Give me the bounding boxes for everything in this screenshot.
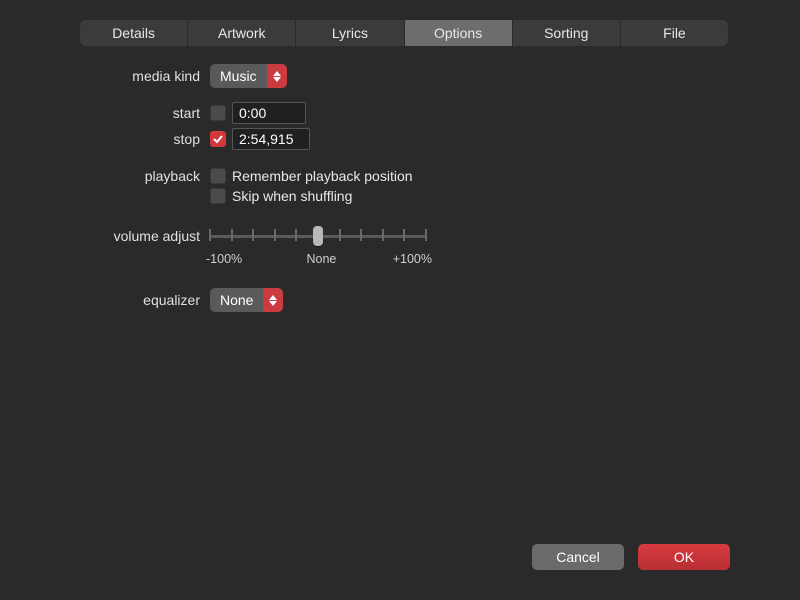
label-media-kind: media kind <box>0 68 210 84</box>
equalizer-value: None <box>210 292 263 308</box>
tab-details[interactable]: Details <box>80 20 188 46</box>
slider-tick <box>339 229 341 241</box>
tab-lyrics[interactable]: Lyrics <box>296 20 404 46</box>
slider-caption-center: None <box>306 252 336 266</box>
media-kind-popup[interactable]: Music <box>210 64 287 88</box>
label-start: start <box>0 105 210 121</box>
remember-position-checkbox[interactable] <box>210 168 226 184</box>
media-kind-value: Music <box>210 68 267 84</box>
slider-caption-left: -100% <box>206 252 242 266</box>
slider-tick <box>231 229 233 241</box>
skip-shuffling-label: Skip when shuffling <box>232 188 352 204</box>
slider-tick <box>252 229 254 241</box>
slider-tick <box>274 229 276 241</box>
stop-time-input[interactable]: 2:54,915 <box>232 128 310 150</box>
dialog-footer: Cancel OK <box>532 544 730 570</box>
volume-adjust-slider[interactable]: -100% None +100% <box>210 226 426 246</box>
slider-tick <box>403 229 405 241</box>
tab-artwork[interactable]: Artwork <box>188 20 296 46</box>
tab-bar: Details Artwork Lyrics Options Sorting F… <box>80 20 728 46</box>
tab-options[interactable]: Options <box>405 20 513 46</box>
label-equalizer: equalizer <box>0 292 210 308</box>
equalizer-popup[interactable]: None <box>210 288 283 312</box>
slider-tick <box>425 229 427 241</box>
skip-shuffling-checkbox[interactable] <box>210 188 226 204</box>
cancel-button[interactable]: Cancel <box>532 544 624 570</box>
options-form: media kind Music start 0:00 stop <box>0 64 800 320</box>
ok-button[interactable]: OK <box>638 544 730 570</box>
slider-tick <box>382 229 384 241</box>
updown-icon <box>263 288 283 312</box>
tab-sorting[interactable]: Sorting <box>513 20 621 46</box>
label-volume-adjust: volume adjust <box>0 226 210 244</box>
slider-captions: -100% None +100% <box>206 252 432 266</box>
slider-tick <box>360 229 362 241</box>
start-checkbox[interactable] <box>210 105 226 121</box>
updown-icon <box>267 64 287 88</box>
label-playback: playback <box>0 168 210 184</box>
slider-caption-right: +100% <box>393 252 432 266</box>
tab-file[interactable]: File <box>621 20 728 46</box>
slider-tick <box>209 229 211 241</box>
remember-position-label: Remember playback position <box>232 168 413 184</box>
start-time-input[interactable]: 0:00 <box>232 102 306 124</box>
stop-checkbox[interactable] <box>210 131 226 147</box>
slider-tick <box>295 229 297 241</box>
slider-knob[interactable] <box>313 226 323 246</box>
label-stop: stop <box>0 131 210 147</box>
